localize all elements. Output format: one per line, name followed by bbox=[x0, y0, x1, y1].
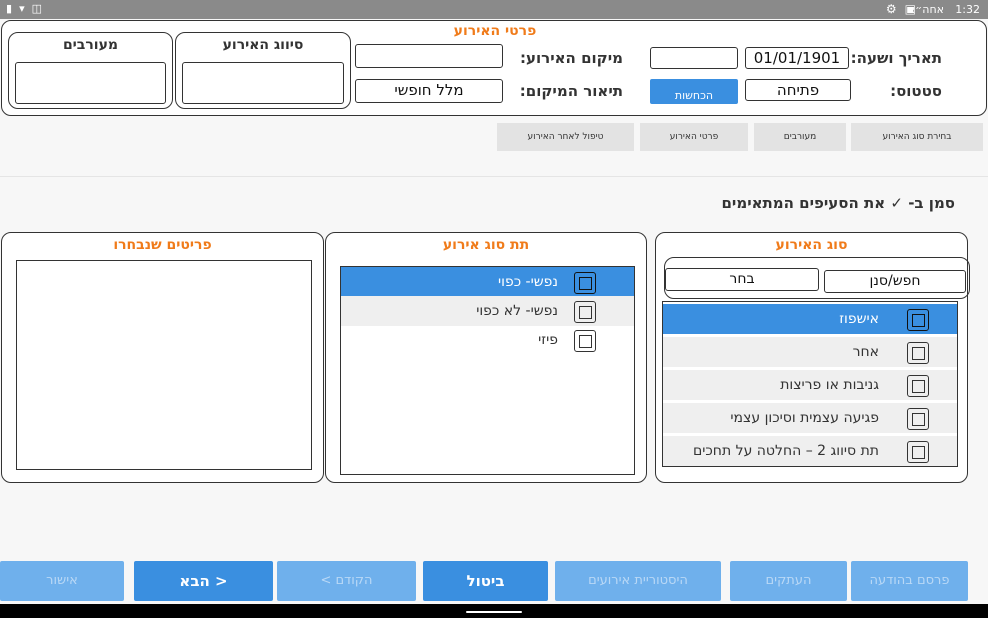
vibrate-icon: ◫ bbox=[31, 2, 42, 15]
sub-type-panel: תת סוג אירוע נפשי- כפוי נפשי- לא כפוי פי… bbox=[325, 232, 647, 483]
instruction-text: סמן ב- ✓ את הסעיפים המתאימים bbox=[721, 194, 955, 212]
date-label: תאריך ושעה: bbox=[850, 49, 942, 67]
list-item-label: אחר bbox=[852, 344, 879, 360]
list-item-label: תת סיווג 2 – החלטה על תחכים bbox=[692, 443, 879, 459]
wifi-icon: ▾ bbox=[19, 2, 25, 15]
location-desc-label: תיאור המיקום: bbox=[519, 82, 623, 100]
status-time: 1:32 bbox=[955, 3, 980, 16]
confirm-button[interactable]: אישור bbox=[0, 561, 124, 601]
checkbox-icon[interactable] bbox=[574, 330, 596, 352]
search-filter-input[interactable]: חפש/סנן bbox=[824, 270, 966, 293]
battery-icon: ▮ bbox=[6, 2, 13, 15]
selected-items-panel: פריטים שנבחרו bbox=[1, 232, 324, 483]
status-left-icons: ▮ ▾ ◫ bbox=[6, 2, 42, 15]
list-item-label: נפשי- לא כפוי bbox=[476, 303, 558, 319]
list-item[interactable]: תת סיווג 2 – החלטה על תחכים bbox=[663, 436, 957, 466]
location-desc-field[interactable]: מלל חופשי bbox=[355, 79, 503, 103]
list-item-label: פגיעה עצמית וסיכון עצמי bbox=[730, 410, 879, 426]
list-item-label: נפשי- כפוי bbox=[498, 274, 558, 290]
event-history-button[interactable]: היסטוריית אירועים bbox=[555, 561, 721, 601]
publish-message-button[interactable]: פרסם בהודעה bbox=[851, 561, 968, 601]
checkbox-icon[interactable] bbox=[907, 408, 929, 430]
checkbox-icon[interactable] bbox=[907, 441, 929, 463]
classification-field[interactable] bbox=[182, 62, 344, 104]
tab-post-event[interactable]: טיפול לאחר האירוע bbox=[497, 123, 634, 151]
event-type-title: סוג האירוע bbox=[775, 237, 848, 253]
status-carrier: אחה״צ bbox=[908, 3, 944, 16]
list-item-label: גניבות או פריצות bbox=[780, 377, 879, 393]
location-label: מיקום האירוע: bbox=[520, 49, 623, 67]
event-details-header: פרטי האירוע תאריך ושעה: 01/01/1901 סטטוס… bbox=[1, 20, 987, 116]
involved-group: מעורבים bbox=[8, 32, 173, 109]
status-field[interactable]: פתיחה bbox=[745, 79, 851, 101]
checkbox-icon[interactable] bbox=[907, 375, 929, 397]
choose-dropdown[interactable]: בחר bbox=[665, 268, 819, 291]
list-item[interactable]: פגיעה עצמית וסיכון עצמי bbox=[663, 403, 957, 433]
list-item[interactable]: אישפוז bbox=[663, 304, 957, 334]
time-field[interactable] bbox=[650, 47, 738, 69]
list-item[interactable]: פיזי bbox=[341, 325, 634, 355]
home-handle-icon[interactable] bbox=[466, 611, 522, 613]
navigation-bar bbox=[0, 604, 988, 618]
selected-items-list[interactable] bbox=[16, 260, 312, 470]
copies-button[interactable]: העתקים bbox=[730, 561, 847, 601]
status-label: סטטוס: bbox=[890, 82, 942, 100]
next-button[interactable]: הבא > bbox=[134, 561, 273, 601]
checkbox-icon[interactable] bbox=[907, 309, 929, 331]
checkbox-icon[interactable] bbox=[574, 301, 596, 323]
event-type-panel: סוג האירוע חפש/סנן בחר אישפוז אחר גניבות… bbox=[655, 232, 970, 483]
status-action-button[interactable]: הכחשות bbox=[650, 79, 738, 104]
checkbox-icon[interactable] bbox=[574, 272, 596, 294]
list-item[interactable]: אחר bbox=[663, 337, 957, 367]
selected-items-title: פריטים שנבחרו bbox=[113, 237, 212, 253]
tab-event-type[interactable]: בחירת סוג האירוע bbox=[851, 123, 983, 151]
list-item[interactable]: גניבות או פריצות bbox=[663, 370, 957, 400]
list-item[interactable]: נפשי- כפוי bbox=[341, 267, 634, 297]
sub-type-title: תת סוג אירוע bbox=[442, 237, 530, 253]
list-item-label: אישפוז bbox=[839, 311, 879, 327]
involved-title: מעורבים bbox=[62, 37, 119, 53]
status-bar: ▮ ▾ ◫ ⚙ ▣ אחה״צ 1:32 bbox=[0, 0, 988, 19]
list-item-label: פיזי bbox=[538, 332, 558, 348]
involved-field[interactable] bbox=[15, 62, 166, 104]
checkbox-icon[interactable] bbox=[907, 342, 929, 364]
event-type-list: אישפוז אחר גניבות או פריצות פגיעה עצמית … bbox=[662, 301, 958, 467]
date-field[interactable]: 01/01/1901 bbox=[745, 47, 849, 69]
divider bbox=[0, 176, 988, 177]
location-field[interactable] bbox=[355, 44, 503, 68]
classification-title: סיווג האירוע bbox=[222, 37, 304, 53]
list-item[interactable]: נפשי- לא כפוי bbox=[341, 296, 634, 326]
tab-involved[interactable]: מעורבים bbox=[754, 123, 846, 151]
classification-group: סיווג האירוע bbox=[175, 32, 351, 109]
sub-type-list: נפשי- כפוי נפשי- לא כפוי פיזי bbox=[340, 266, 635, 475]
tab-event-details[interactable]: פרטי האירוע bbox=[640, 123, 748, 151]
cancel-button[interactable]: ביטול bbox=[423, 561, 548, 601]
gear-icon: ⚙ bbox=[885, 2, 897, 16]
previous-button[interactable]: < הקודם bbox=[277, 561, 416, 601]
